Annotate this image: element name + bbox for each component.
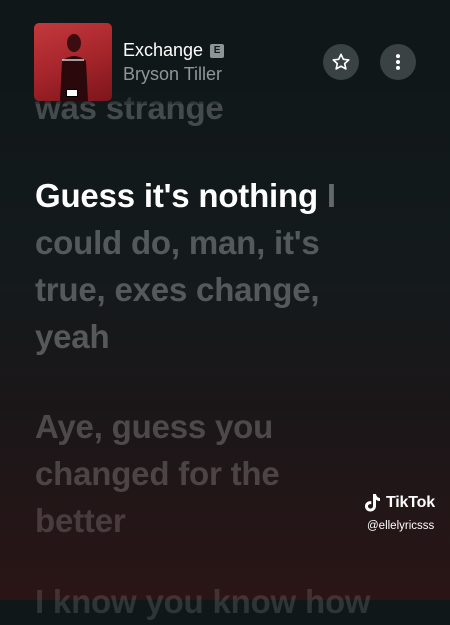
star-icon [332, 53, 350, 70]
album-art[interactable] [34, 23, 112, 101]
lyric-line[interactable]: changed for the [35, 450, 280, 497]
lyric-line[interactable]: better [35, 497, 126, 544]
track-title[interactable]: Exchange [123, 40, 203, 61]
creator-handle: @ellelyricsss [367, 520, 435, 532]
lyric-line[interactable]: true, exes change, [35, 266, 320, 313]
parental-advisory-label [66, 89, 78, 97]
lyric-line[interactable]: Aye, guess you [35, 403, 273, 450]
current-lyric-sung: Guess it's nothing [35, 177, 318, 214]
more-options-button[interactable] [380, 44, 416, 80]
tiktok-brand: TikTok [386, 494, 435, 511]
tiktok-watermark: TikTok [364, 493, 435, 513]
lyric-line[interactable]: could do, man, it's [35, 219, 320, 266]
explicit-badge: E [210, 43, 225, 58]
lyric-line-partial[interactable]: I know you know how [35, 578, 371, 625]
now-playing-header: Exchange E Bryson Tiller [0, 0, 450, 104]
album-art-title-strip [62, 59, 84, 61]
current-lyric-line[interactable]: Guess it's nothing I [35, 172, 336, 219]
lyric-line[interactable]: yeah [35, 313, 110, 360]
more-vertical-icon [396, 54, 400, 70]
favorite-button[interactable] [323, 44, 359, 80]
track-title-row: Exchange E [123, 40, 225, 61]
current-lyric-rest: I [317, 177, 336, 214]
tiktok-logo-icon [365, 494, 380, 512]
artist-name[interactable]: Bryson Tiller [123, 64, 222, 85]
